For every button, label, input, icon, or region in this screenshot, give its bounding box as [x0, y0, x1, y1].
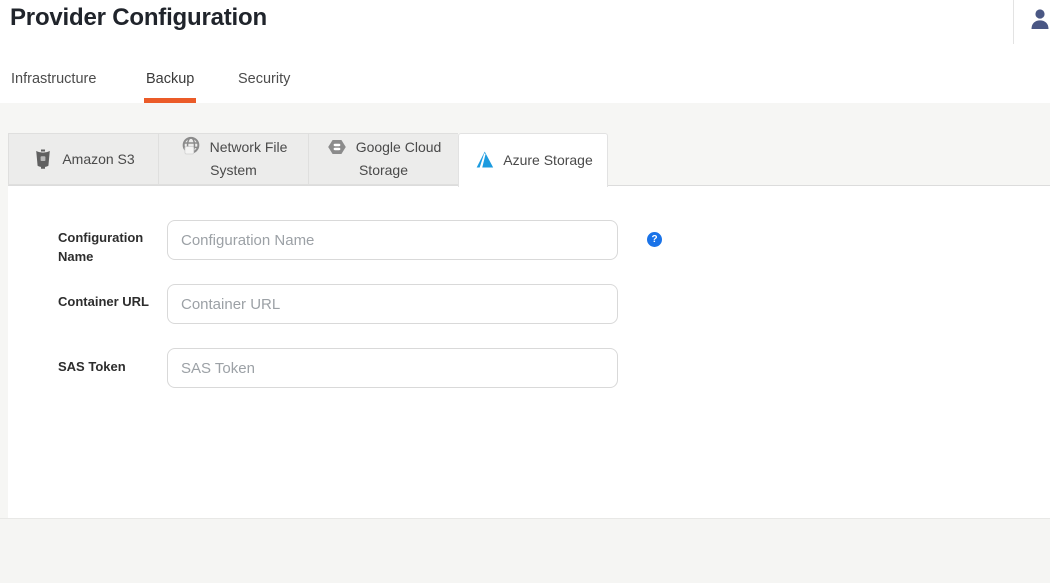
provider-tab-label: Amazon S3 [62, 151, 134, 167]
tab-backup[interactable]: Backup [146, 71, 194, 87]
header-divider [1013, 0, 1014, 44]
google-cloud-storage-icon [326, 136, 348, 158]
app-header: Provider Configuration Infrastructure Ba… [0, 0, 1050, 103]
provider-tab-network-file-system[interactable]: Network File System [158, 133, 308, 185]
tab-security[interactable]: Security [238, 71, 290, 87]
configuration-name-input[interactable] [167, 220, 618, 260]
provider-configuration-page: Provider Configuration Infrastructure Ba… [0, 0, 1050, 583]
provider-tab-google-cloud-storage[interactable]: Google Cloud Storage [308, 133, 458, 185]
active-tab-underline [144, 98, 196, 103]
amazon-s3-icon [32, 148, 54, 170]
network-file-system-icon [180, 136, 202, 158]
user-account-icon[interactable] [1030, 8, 1050, 30]
sas-token-label: SAS Token [58, 357, 160, 376]
provider-tab-azure-storage[interactable]: Azure Storage [458, 133, 608, 187]
tab-infrastructure[interactable]: Infrastructure [11, 71, 96, 87]
action-footer: Cancel Save [0, 518, 1050, 583]
sas-token-input[interactable] [167, 348, 618, 388]
help-icon[interactable]: ? [647, 232, 662, 247]
provider-tab-label: Network File System [210, 139, 288, 178]
provider-tab-amazon-s3[interactable]: Amazon S3 [8, 133, 158, 185]
provider-tabstrip: Amazon S3 Network File System [8, 133, 608, 187]
container-url-input[interactable] [167, 284, 618, 324]
provider-tab-label: Azure Storage [503, 152, 593, 168]
page-title: Provider Configuration [10, 4, 267, 32]
configuration-name-label: Configuration Name [58, 228, 160, 266]
container-url-label: Container URL [58, 292, 160, 311]
provider-tab-label: Google Cloud Storage [356, 139, 442, 178]
azure-storage-icon [473, 149, 495, 171]
